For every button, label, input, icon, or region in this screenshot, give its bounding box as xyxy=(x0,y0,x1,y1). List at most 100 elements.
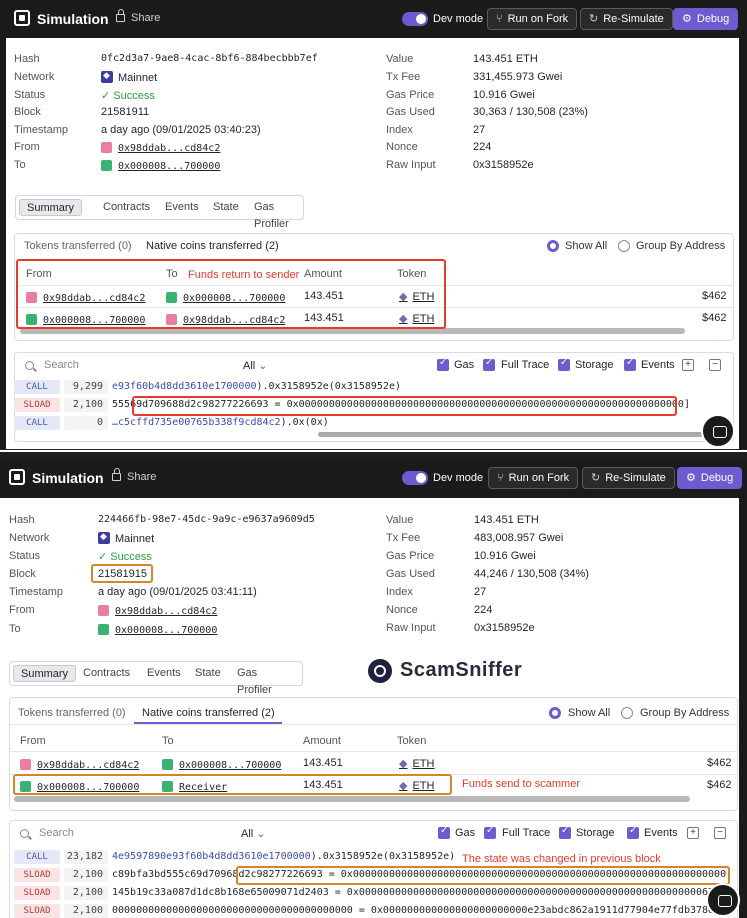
tab-events[interactable]: Events xyxy=(140,665,188,682)
tab-contracts[interactable]: Contracts xyxy=(76,665,137,682)
to-address[interactable]: 0x000008...700000 xyxy=(98,622,217,636)
value-label: Value xyxy=(386,53,414,65)
tab-summary[interactable]: Summary xyxy=(19,199,83,216)
gas-used-value: 30,363 / 130,508 (23%) xyxy=(473,106,588,118)
debug-button[interactable]: ⚙ Debug xyxy=(677,467,743,489)
tx-fee-label: Tx Fee xyxy=(386,532,421,544)
opcode-badge: CALL xyxy=(14,416,60,430)
horizontal-scrollbar[interactable] xyxy=(14,796,690,802)
from-avatar xyxy=(98,605,109,616)
to-address-text: 0x000008...700000 xyxy=(118,161,221,172)
trace-row[interactable]: SLOAD 2,100 0000000000000000000000000000… xyxy=(14,903,727,918)
storage-checkbox[interactable] xyxy=(558,357,570,371)
tab-events[interactable]: Events xyxy=(158,199,206,216)
collapse-all-icon[interactable]: − xyxy=(714,827,726,839)
value-value: 143.451 ETH xyxy=(473,53,538,65)
full-trace-checkbox[interactable] xyxy=(484,825,496,839)
storage-checkbox[interactable] xyxy=(559,825,571,839)
events-checkbox[interactable] xyxy=(624,357,636,371)
full-trace-checkbox[interactable] xyxy=(483,357,495,371)
row-usd: $462 xyxy=(702,312,727,324)
status-badge: ✓ Success xyxy=(98,551,152,563)
page-title: Simulation xyxy=(37,11,109,27)
collapse-all-icon[interactable]: − xyxy=(709,359,721,371)
tab-summary[interactable]: Summary xyxy=(13,665,77,682)
opcode-badge: SLOAD xyxy=(14,886,60,900)
re-simulate-button[interactable]: ↻ Re-Simulate xyxy=(582,467,675,489)
subtab-tokens[interactable]: Tokens transferred (0) xyxy=(18,707,126,719)
tab-contracts[interactable]: Contracts xyxy=(96,199,157,216)
trace-slot-value: = 0x000000000000000000000000000000000000… xyxy=(328,887,727,898)
bug-icon: ⚙ xyxy=(686,472,696,484)
debug-button[interactable]: ⚙ Debug xyxy=(673,8,739,30)
trace-row[interactable]: CALL 0 …c5cffd735e00765b338f9cd84c2).0x(… xyxy=(14,415,727,432)
expand-all-icon[interactable]: + xyxy=(687,827,699,839)
annotation-funds-send: Funds send to scammer xyxy=(462,778,580,790)
simulation-icon xyxy=(14,10,30,26)
tab-gas-profiler[interactable]: Gas Profiler xyxy=(230,665,302,696)
gas-checkbox[interactable] xyxy=(438,825,450,839)
group-by-address-radio[interactable] xyxy=(618,240,630,252)
trace-row[interactable]: CALL 9,299 e93f60b4d8dd3610e1700000).0x3… xyxy=(14,379,727,396)
re-simulate-button[interactable]: ↻ Re-Simulate xyxy=(580,8,673,30)
run-on-fork-button[interactable]: ⑂ Run on Fork xyxy=(488,467,579,489)
tab-state[interactable]: State xyxy=(206,199,246,216)
search-icon xyxy=(25,361,34,370)
row-token[interactable]: ◆ ETH xyxy=(399,757,434,770)
from-label: From xyxy=(14,141,40,153)
scamsniffer-brand: ScamSniffer xyxy=(400,659,523,681)
group-by-address-radio[interactable] xyxy=(621,707,633,719)
group-by-address-label: Group By Address xyxy=(636,240,726,252)
column-to: To xyxy=(162,735,174,747)
opcode-badge: CALL xyxy=(14,850,60,864)
chevron-down-icon: ⌄ xyxy=(256,828,266,840)
row-from-address[interactable]: 0x98ddab...cd84c2 xyxy=(20,757,139,771)
block-label: Block xyxy=(9,568,36,580)
from-address[interactable]: 0x98ddab...cd84c2 xyxy=(101,140,220,154)
filter-select[interactable]: All ⌄ xyxy=(243,359,268,372)
run-on-fork-button[interactable]: ⑂ Run on Fork xyxy=(487,8,578,30)
timestamp-value: a day ago (09/01/2025 03:41:11) xyxy=(98,586,257,598)
events-checkbox[interactable] xyxy=(627,825,639,839)
to-address[interactable]: 0x000008...700000 xyxy=(101,158,220,172)
value-label: Value xyxy=(386,514,414,526)
dev-mode-toggle[interactable] xyxy=(402,471,428,485)
subtab-native-coins[interactable]: Native coins transferred (2) xyxy=(142,707,275,719)
search-input[interactable]: Search xyxy=(39,827,74,839)
subtab-native-coins[interactable]: Native coins transferred (2) xyxy=(146,240,279,252)
show-all-radio[interactable] xyxy=(547,240,559,252)
share-button[interactable]: Share xyxy=(116,9,160,24)
gas-cost: 0 xyxy=(64,416,108,430)
gas-cost: 2,100 xyxy=(64,868,108,882)
share-button[interactable]: Share xyxy=(112,468,156,483)
simulation-panel-1: Simulation Share Dev mode ⑂ Run on Fork ↻… xyxy=(0,0,747,450)
network-name: Mainnet xyxy=(115,533,155,545)
index-label: Index xyxy=(386,124,413,136)
full-trace-label: Full Trace xyxy=(502,827,551,839)
search-input[interactable]: Search xyxy=(44,359,79,371)
dev-mode-toggle[interactable] xyxy=(402,12,428,26)
show-all-radio[interactable] xyxy=(549,707,561,719)
tab-gas-profiler[interactable]: Gas Profiler xyxy=(247,199,303,230)
chat-icon[interactable] xyxy=(706,883,740,917)
trace-row[interactable]: SLOAD 2,100 145b19c33a087d1dc8b168e65009… xyxy=(14,885,727,902)
expand-all-icon[interactable]: + xyxy=(682,359,694,371)
gas-checkbox[interactable] xyxy=(437,357,449,371)
filter-select[interactable]: All ⌄ xyxy=(241,827,266,840)
subtab-tokens[interactable]: Tokens transferred (0) xyxy=(24,240,132,252)
network-label: Network xyxy=(9,532,50,544)
gas-cost: 2,100 xyxy=(64,886,108,900)
row-to-address[interactable]: 0x000008...700000 xyxy=(162,757,281,771)
timestamp-label: Timestamp xyxy=(14,124,68,136)
block-value[interactable]: 21581911 xyxy=(101,106,149,118)
trace-scrollbar[interactable] xyxy=(318,432,703,437)
gas-price-label: Gas Price xyxy=(386,550,435,562)
top-bar: Simulation Share Dev mode ⑂ Run on Fork ↻… xyxy=(0,458,747,498)
refresh-icon: ↻ xyxy=(589,13,599,25)
tab-state[interactable]: State xyxy=(188,665,228,682)
index-value: 27 xyxy=(473,124,486,136)
status-label: Status xyxy=(14,89,46,101)
chat-icon[interactable] xyxy=(701,414,735,448)
frame-right xyxy=(739,0,747,449)
from-address[interactable]: 0x98ddab...cd84c2 xyxy=(98,603,217,617)
